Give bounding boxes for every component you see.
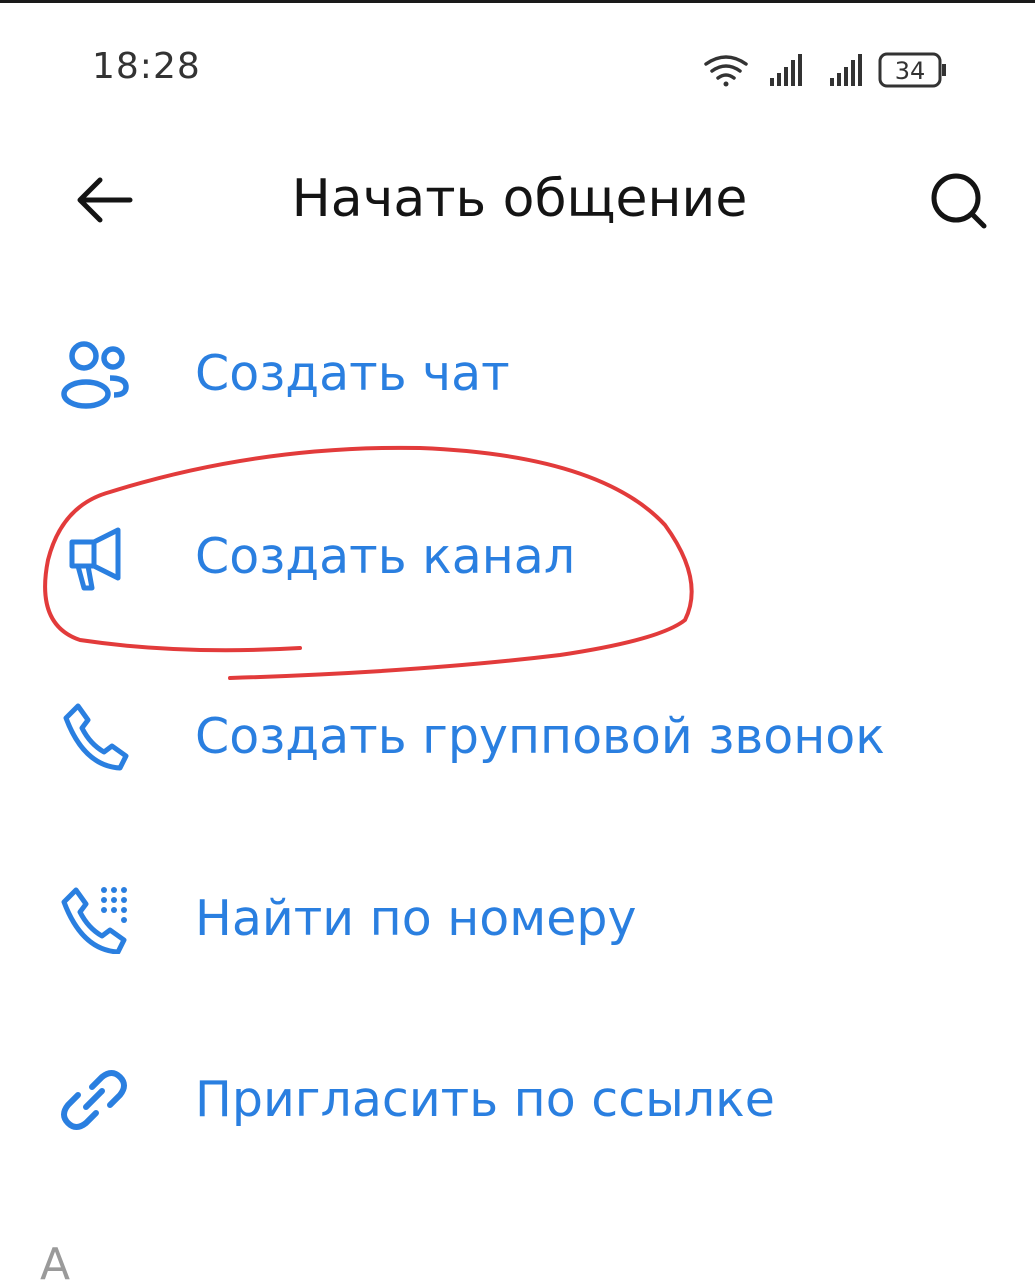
menu-item-create-chat[interactable]: Создать чат [0, 314, 1035, 434]
people-icon [58, 339, 138, 409]
link-icon [58, 1065, 138, 1135]
signal-icon [770, 54, 802, 86]
menu-item-label: Создать канал [195, 528, 576, 585]
page-title: Начать общение [0, 168, 1035, 230]
battery-level: 34 [895, 57, 926, 85]
menu-item-create-channel[interactable]: Создать канал [0, 497, 1035, 617]
phone-keypad-icon [58, 884, 138, 955]
status-icons-svg: 34 [704, 52, 946, 88]
status-time: 18:28 [92, 46, 201, 87]
page-title-text: Начать общение [291, 169, 748, 229]
menu-item-find-by-number[interactable]: Найти по номеру [0, 859, 1035, 979]
menu-item-create-group-call[interactable]: Создать групповой звонок [0, 677, 1035, 797]
search-icon [931, 173, 987, 229]
menu-item-label: Создать чат [195, 345, 510, 402]
menu-item-label: Найти по номеру [195, 890, 637, 947]
battery-icon: 34 [878, 52, 946, 88]
top-border [0, 0, 1035, 3]
status-icons: 34 [700, 48, 960, 92]
phone-icon [58, 702, 138, 772]
menu-item-label: Пригласить по ссылке [195, 1071, 775, 1128]
search-button[interactable] [922, 168, 992, 234]
section-index-letter: А [40, 1239, 71, 1280]
menu-item-label: Создать групповой звонок [195, 708, 885, 765]
wifi-icon [704, 55, 748, 87]
megaphone-icon [58, 522, 138, 592]
signal-icon-2 [830, 54, 862, 86]
screen: 18:28 34 Начать общение Создать чат Созд… [0, 0, 1035, 1280]
menu-item-invite-by-link[interactable]: Пригласить по ссылке [0, 1040, 1035, 1160]
